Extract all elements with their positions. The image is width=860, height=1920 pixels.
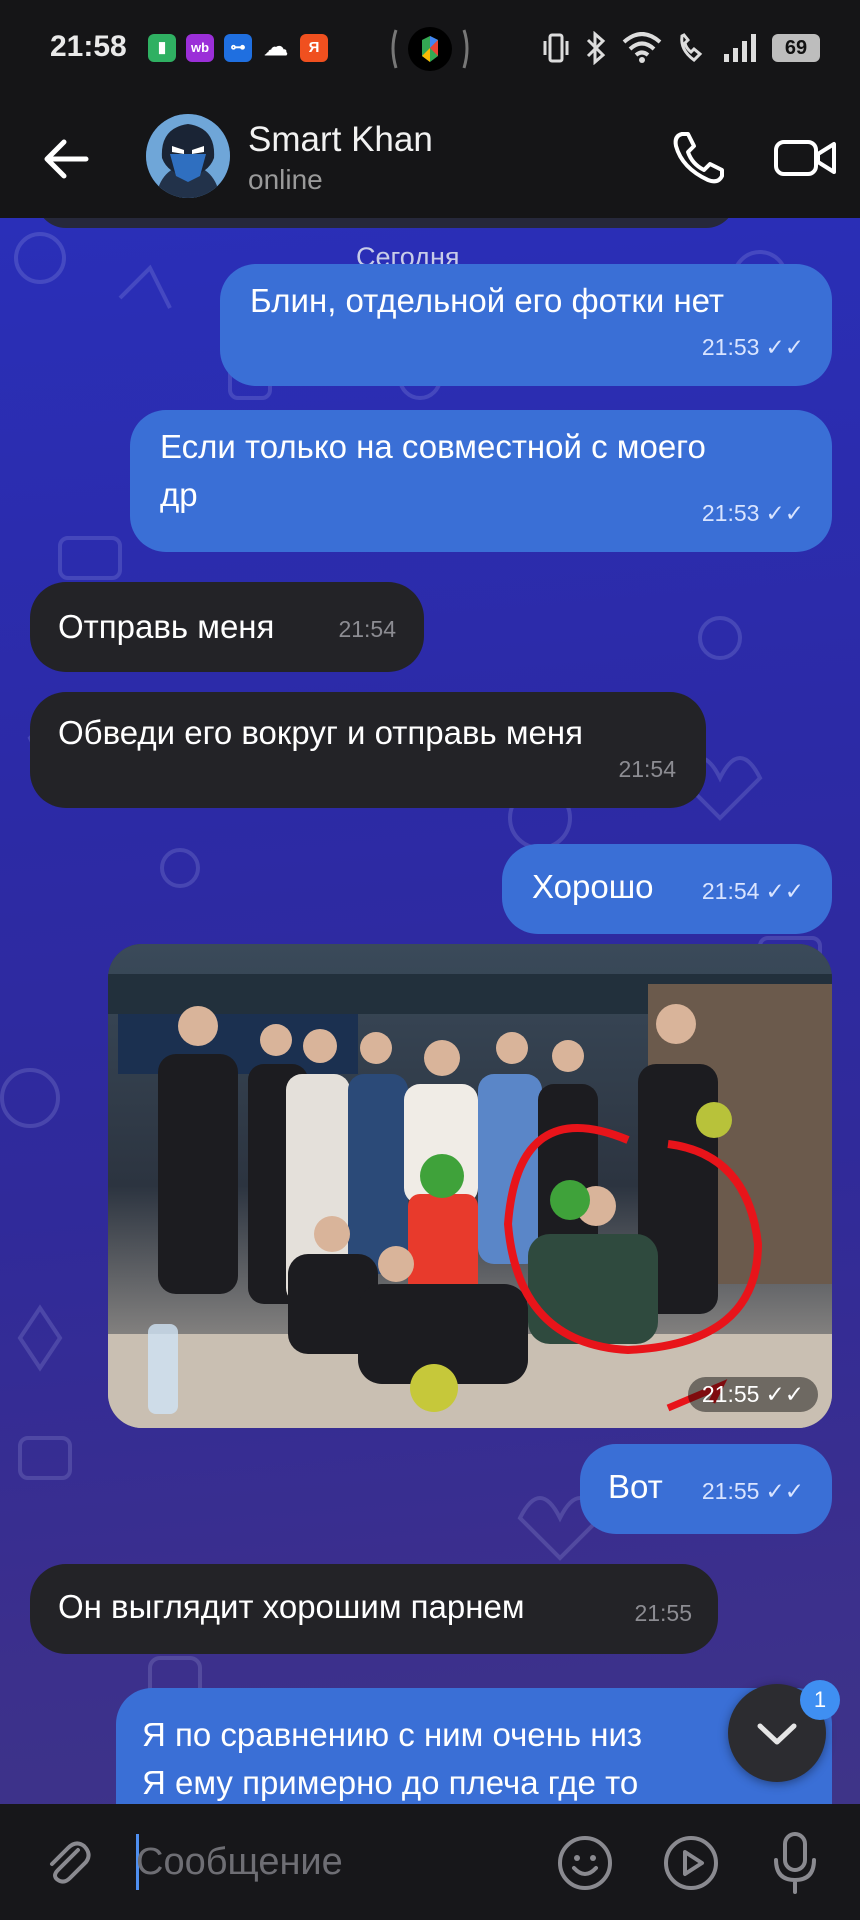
status-bar: 21:58 ▮ wb ⊶ ☁ Я 69	[0, 0, 860, 100]
message-input-bar	[0, 1804, 860, 1920]
message-meta: 21:53 ✓✓	[702, 488, 804, 538]
chat-header: Smart Khan online	[0, 100, 860, 218]
group-photo	[108, 944, 832, 1428]
battery-app-icon: ▮	[148, 34, 176, 62]
message-time: 21:54	[701, 878, 760, 904]
message-time: 21:55	[701, 1478, 760, 1504]
wifi-call-icon	[680, 33, 703, 62]
message-meta: 21:55 ✓✓	[702, 1466, 804, 1516]
incoming-message[interactable]: Отправь меня 21:54	[30, 582, 424, 672]
microphone-icon[interactable]	[770, 1830, 820, 1896]
unread-badge: 1	[800, 1680, 840, 1720]
message-time: 21:54	[618, 756, 676, 782]
contact-avatar[interactable]	[146, 114, 230, 198]
call-icon[interactable]	[668, 128, 728, 188]
battery-indicator: 69	[772, 34, 820, 62]
video-call-icon[interactable]	[772, 128, 838, 188]
contact-status: online	[248, 164, 323, 195]
message-text: Хорошо	[532, 868, 654, 905]
emoji-icon[interactable]	[556, 1834, 614, 1892]
vibrate-icon	[543, 33, 569, 63]
read-check-icon: ✓✓	[765, 878, 804, 904]
incoming-message[interactable]: Он выглядит хорошим парнем 21:55	[30, 1564, 718, 1654]
message-text: Обведи его вокруг и отправь меня	[58, 714, 583, 751]
message-time: 21:53	[701, 500, 760, 526]
message-text: Он выглядит хорошим парнем	[58, 1588, 525, 1625]
wifi-icon	[622, 32, 662, 63]
outgoing-message[interactable]: Хорошо 21:54 ✓✓	[502, 844, 832, 934]
message-meta: 21:53 ✓✓	[702, 322, 804, 372]
message-text: Вот	[608, 1468, 663, 1505]
outgoing-message[interactable]: Блин, отдельной его фотки нет 21:53 ✓✓	[220, 264, 832, 386]
chat-area[interactable]: Сегодня Блин, отдельной его фотки нет 21…	[0, 218, 860, 1804]
status-indicators: 69	[542, 30, 820, 66]
message-text-line2: Я ему примерно до плеча где то	[142, 1764, 639, 1801]
status-time: 21:58	[50, 30, 127, 63]
incoming-message[interactable]: Обведи его вокруг и отправь меня 21:54	[30, 692, 706, 808]
wb-app-icon: wb	[186, 34, 214, 62]
back-arrow-icon[interactable]	[38, 130, 96, 188]
outgoing-message[interactable]: Вот 21:55 ✓✓	[580, 1444, 832, 1534]
outgoing-message[interactable]: Если только на совместной с моего др 21:…	[130, 410, 832, 552]
contact-name[interactable]: Smart Khan	[248, 120, 433, 160]
message-text-line1: Если только на совместной с моего	[160, 428, 706, 465]
bluetooth-icon	[586, 31, 606, 65]
signal-icon	[724, 34, 756, 62]
read-check-icon: ✓✓	[765, 1478, 804, 1504]
cloud-icon: ☁	[264, 34, 288, 61]
message-text: Отправь меня	[58, 608, 275, 645]
key-app-icon: ⊶	[224, 34, 252, 62]
read-check-icon: ✓✓	[765, 334, 804, 360]
message-time: 21:54	[338, 616, 396, 642]
message-time: 21:55	[634, 1600, 692, 1626]
read-check-icon: ✓✓	[765, 500, 804, 526]
read-check-icon: ✓✓	[765, 1381, 804, 1407]
message-time: 21:55	[701, 1381, 760, 1407]
message-time: 21:53	[701, 334, 760, 360]
video-message-icon[interactable]	[662, 1834, 720, 1892]
photo-meta: 21:55 ✓✓	[687, 1377, 818, 1412]
outgoing-message[interactable]: Я по сравнению с ним очень низ Я ему при…	[116, 1688, 832, 1804]
photo-message[interactable]: 21:55 ✓✓	[108, 944, 832, 1428]
message-text-line1: Я по сравнению с ним очень низ	[142, 1716, 643, 1753]
message-meta: 21:54 ✓✓	[702, 866, 804, 916]
attach-paperclip-icon[interactable]	[40, 1834, 96, 1890]
yandex-app-icon: Я	[300, 34, 328, 62]
message-input[interactable]	[136, 1830, 536, 1894]
status-center-indicator	[388, 24, 472, 76]
message-text-line2: др	[160, 476, 198, 513]
message-text: Блин, отдельной его фотки нет	[250, 282, 725, 319]
previous-message-tail	[36, 218, 736, 228]
